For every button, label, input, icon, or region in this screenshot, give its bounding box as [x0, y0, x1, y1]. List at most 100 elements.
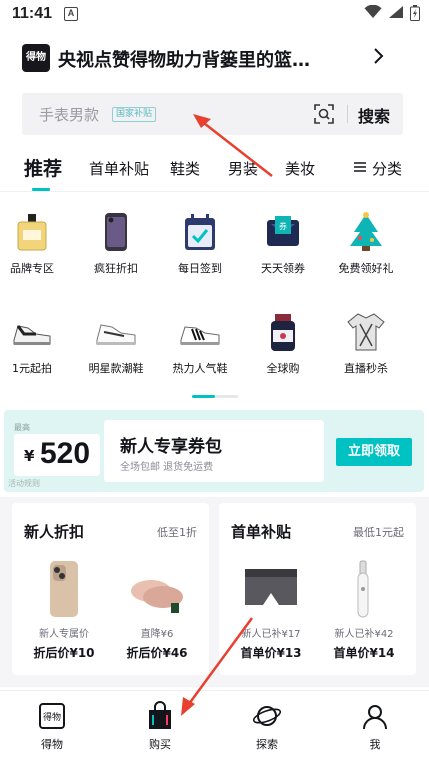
- deal-product-price: 折后价¥10: [33, 646, 95, 660]
- grid-item-daily-coupon[interactable]: 券 天天领券: [243, 210, 323, 280]
- deal-panels: 新人折扣 低至1折 新人专属价 折后价¥10 直降¥6 折后价¥46 首单补贴 …: [0, 497, 429, 687]
- deal-product[interactable]: 新人已补¥17 首单价¥13: [231, 557, 311, 669]
- tab-shoes[interactable]: 鞋类: [170, 158, 200, 179]
- subsidy-badge: 国家补贴: [112, 107, 157, 122]
- search-divider: [347, 105, 348, 123]
- sneaker-icon: [96, 324, 136, 345]
- grid-item-star-sneakers[interactable]: 明星款潮鞋: [76, 310, 156, 380]
- nav-home[interactable]: 得物 得物: [22, 701, 82, 752]
- slippers-icon: [131, 580, 183, 613]
- scan-icon[interactable]: [314, 104, 334, 124]
- grid-label: 免费领好礼: [338, 262, 394, 275]
- chevron-right-icon: [374, 48, 384, 64]
- grid-item-crazy-discount[interactable]: 疯狂折扣: [76, 210, 156, 280]
- grid-label: 明星款潮鞋: [88, 362, 144, 375]
- deal-product-price: 首单价¥13: [240, 646, 302, 660]
- nav-explore[interactable]: 探索: [237, 701, 297, 752]
- tab-first-order[interactable]: 首单补贴: [89, 158, 149, 179]
- grid-item-free-gift[interactable]: 免费领好礼: [326, 210, 406, 280]
- grid-item-live-flash-sale[interactable]: 直播秒杀: [326, 310, 406, 380]
- coupon-rules-link[interactable]: 活动规则: [8, 478, 40, 489]
- grid-label: 疯狂折扣: [94, 262, 138, 275]
- phone-icon: [105, 213, 127, 251]
- nav-label: 购买: [149, 738, 171, 751]
- nav-label: 探索: [256, 738, 278, 751]
- shopping-bag-icon: [149, 701, 171, 729]
- planet-icon: [252, 706, 282, 726]
- grid-label: 1元起拍: [12, 362, 52, 375]
- search-bar[interactable]: 手表男款 国家补贴 搜索: [22, 93, 403, 135]
- coupon-title: 新人专享券包: [120, 437, 222, 457]
- deal-product-price: 首单价¥14: [333, 646, 395, 660]
- grid-label: 每日签到: [178, 262, 222, 275]
- tab-menswear[interactable]: 男装: [228, 158, 258, 179]
- bottom-nav: 得物 得物 购买 探索 我: [0, 690, 429, 762]
- deal-product-label: 直降¥6: [140, 629, 174, 640]
- tab-categories[interactable]: 分类: [372, 158, 402, 179]
- coupon-body: 新人专享券包 全场包邮 退货免运费: [104, 420, 324, 482]
- toothbrush-icon: [357, 560, 369, 618]
- sneaker-icon: [13, 325, 51, 345]
- app-logo: 得物: [22, 44, 50, 72]
- sneaker-icon: [180, 326, 220, 345]
- status-time: 11:41: [12, 5, 53, 22]
- nav-label: 得物: [41, 738, 63, 751]
- promo-banner[interactable]: 得物 央视点赞得物助力背篓里的篮…: [22, 42, 412, 76]
- coupon-currency: ¥: [24, 447, 35, 465]
- grid-item-daily-checkin[interactable]: 每日签到: [160, 210, 240, 280]
- grid-item-global-shopping[interactable]: 全球购: [243, 310, 323, 380]
- category-tabs: 推荐 首单补贴 鞋类 男装 美妆 分类: [0, 148, 429, 192]
- deal-product-label: 新人已补¥17: [241, 629, 301, 640]
- deal-product[interactable]: 新人专属价 折后价¥10: [24, 557, 104, 669]
- deal-product[interactable]: 新人已补¥42 首单价¥14: [324, 557, 404, 669]
- tab-active-indicator: [32, 188, 50, 191]
- claim-coupon-button[interactable]: 立即领取: [336, 438, 412, 466]
- signal-icon: [389, 6, 403, 18]
- nav-profile[interactable]: 我: [345, 701, 405, 752]
- deal-title: 首单补贴: [231, 523, 292, 541]
- deal-subtitle: 最低1元起: [353, 526, 404, 539]
- profile-icon: [363, 705, 387, 730]
- tab-fade: [318, 148, 348, 188]
- grid-label: 直播秒杀: [344, 362, 388, 375]
- perfume-bottle-icon: [17, 214, 47, 251]
- grid-label: 天天领券: [261, 262, 305, 275]
- wifi-icon: [364, 5, 382, 18]
- page-indicator-active: [192, 395, 215, 398]
- deal-product-label: 新人专属价: [39, 629, 89, 640]
- deal-subtitle: 低至1折: [157, 526, 197, 539]
- new-user-coupon-card[interactable]: 最高 ¥ 520 新人专享券包 全场包邮 退货免运费 活动规则 立即领取: [4, 410, 424, 492]
- home-logo-icon: 得物: [39, 703, 65, 729]
- grid-label: 热力人气鞋: [172, 362, 228, 375]
- nav-label: 我: [369, 738, 381, 751]
- search-button[interactable]: 搜索: [358, 103, 390, 127]
- grid-item-one-yuan-auction[interactable]: 1元起拍: [0, 310, 72, 380]
- menu-icon: [354, 162, 366, 172]
- deal-title: 新人折扣: [24, 523, 85, 541]
- grid-item-hot-shoes[interactable]: 热力人气鞋: [160, 310, 240, 380]
- promo-headline: 央视点赞得物助力背篓里的篮…: [58, 50, 310, 71]
- phone-product-icon: [50, 561, 78, 617]
- deal-product[interactable]: 直降¥6 折后价¥46: [117, 557, 197, 669]
- tab-recommend[interactable]: 推荐: [24, 154, 62, 181]
- grid-item-brand-zone[interactable]: 品牌专区: [0, 210, 72, 280]
- gift-tree-icon: [350, 212, 382, 251]
- first-order-subsidy-card[interactable]: 首单补贴 最低1元起 新人已补¥17 首单价¥13 新人已补¥42 首单价¥14: [219, 503, 416, 675]
- battery-icon: [410, 5, 420, 21]
- status-bar: 11:41 A: [0, 0, 429, 32]
- coupon-amount-box: ¥ 520: [14, 434, 100, 476]
- calendar-check-icon: [185, 214, 215, 250]
- search-input[interactable]: 手表男款: [39, 104, 99, 125]
- coupon-tag: 最高: [14, 423, 30, 432]
- new-user-discount-card[interactable]: 新人折扣 低至1折 新人专属价 折后价¥10 直降¥6 折后价¥46: [12, 503, 209, 675]
- coupon-value: 520: [40, 437, 91, 470]
- notification-icon: A: [64, 7, 78, 21]
- svg-text:券: 券: [279, 221, 287, 231]
- tab-beauty[interactable]: 美妆: [285, 158, 315, 179]
- nav-buy[interactable]: 购买: [130, 701, 190, 752]
- coupon-subtitle: 全场包邮 退货免运费: [120, 462, 214, 473]
- underwear-icon: [245, 569, 297, 605]
- coupon-icon: 券: [267, 216, 299, 246]
- svg-text:得物: 得物: [43, 711, 61, 723]
- page-indicator: [192, 395, 238, 398]
